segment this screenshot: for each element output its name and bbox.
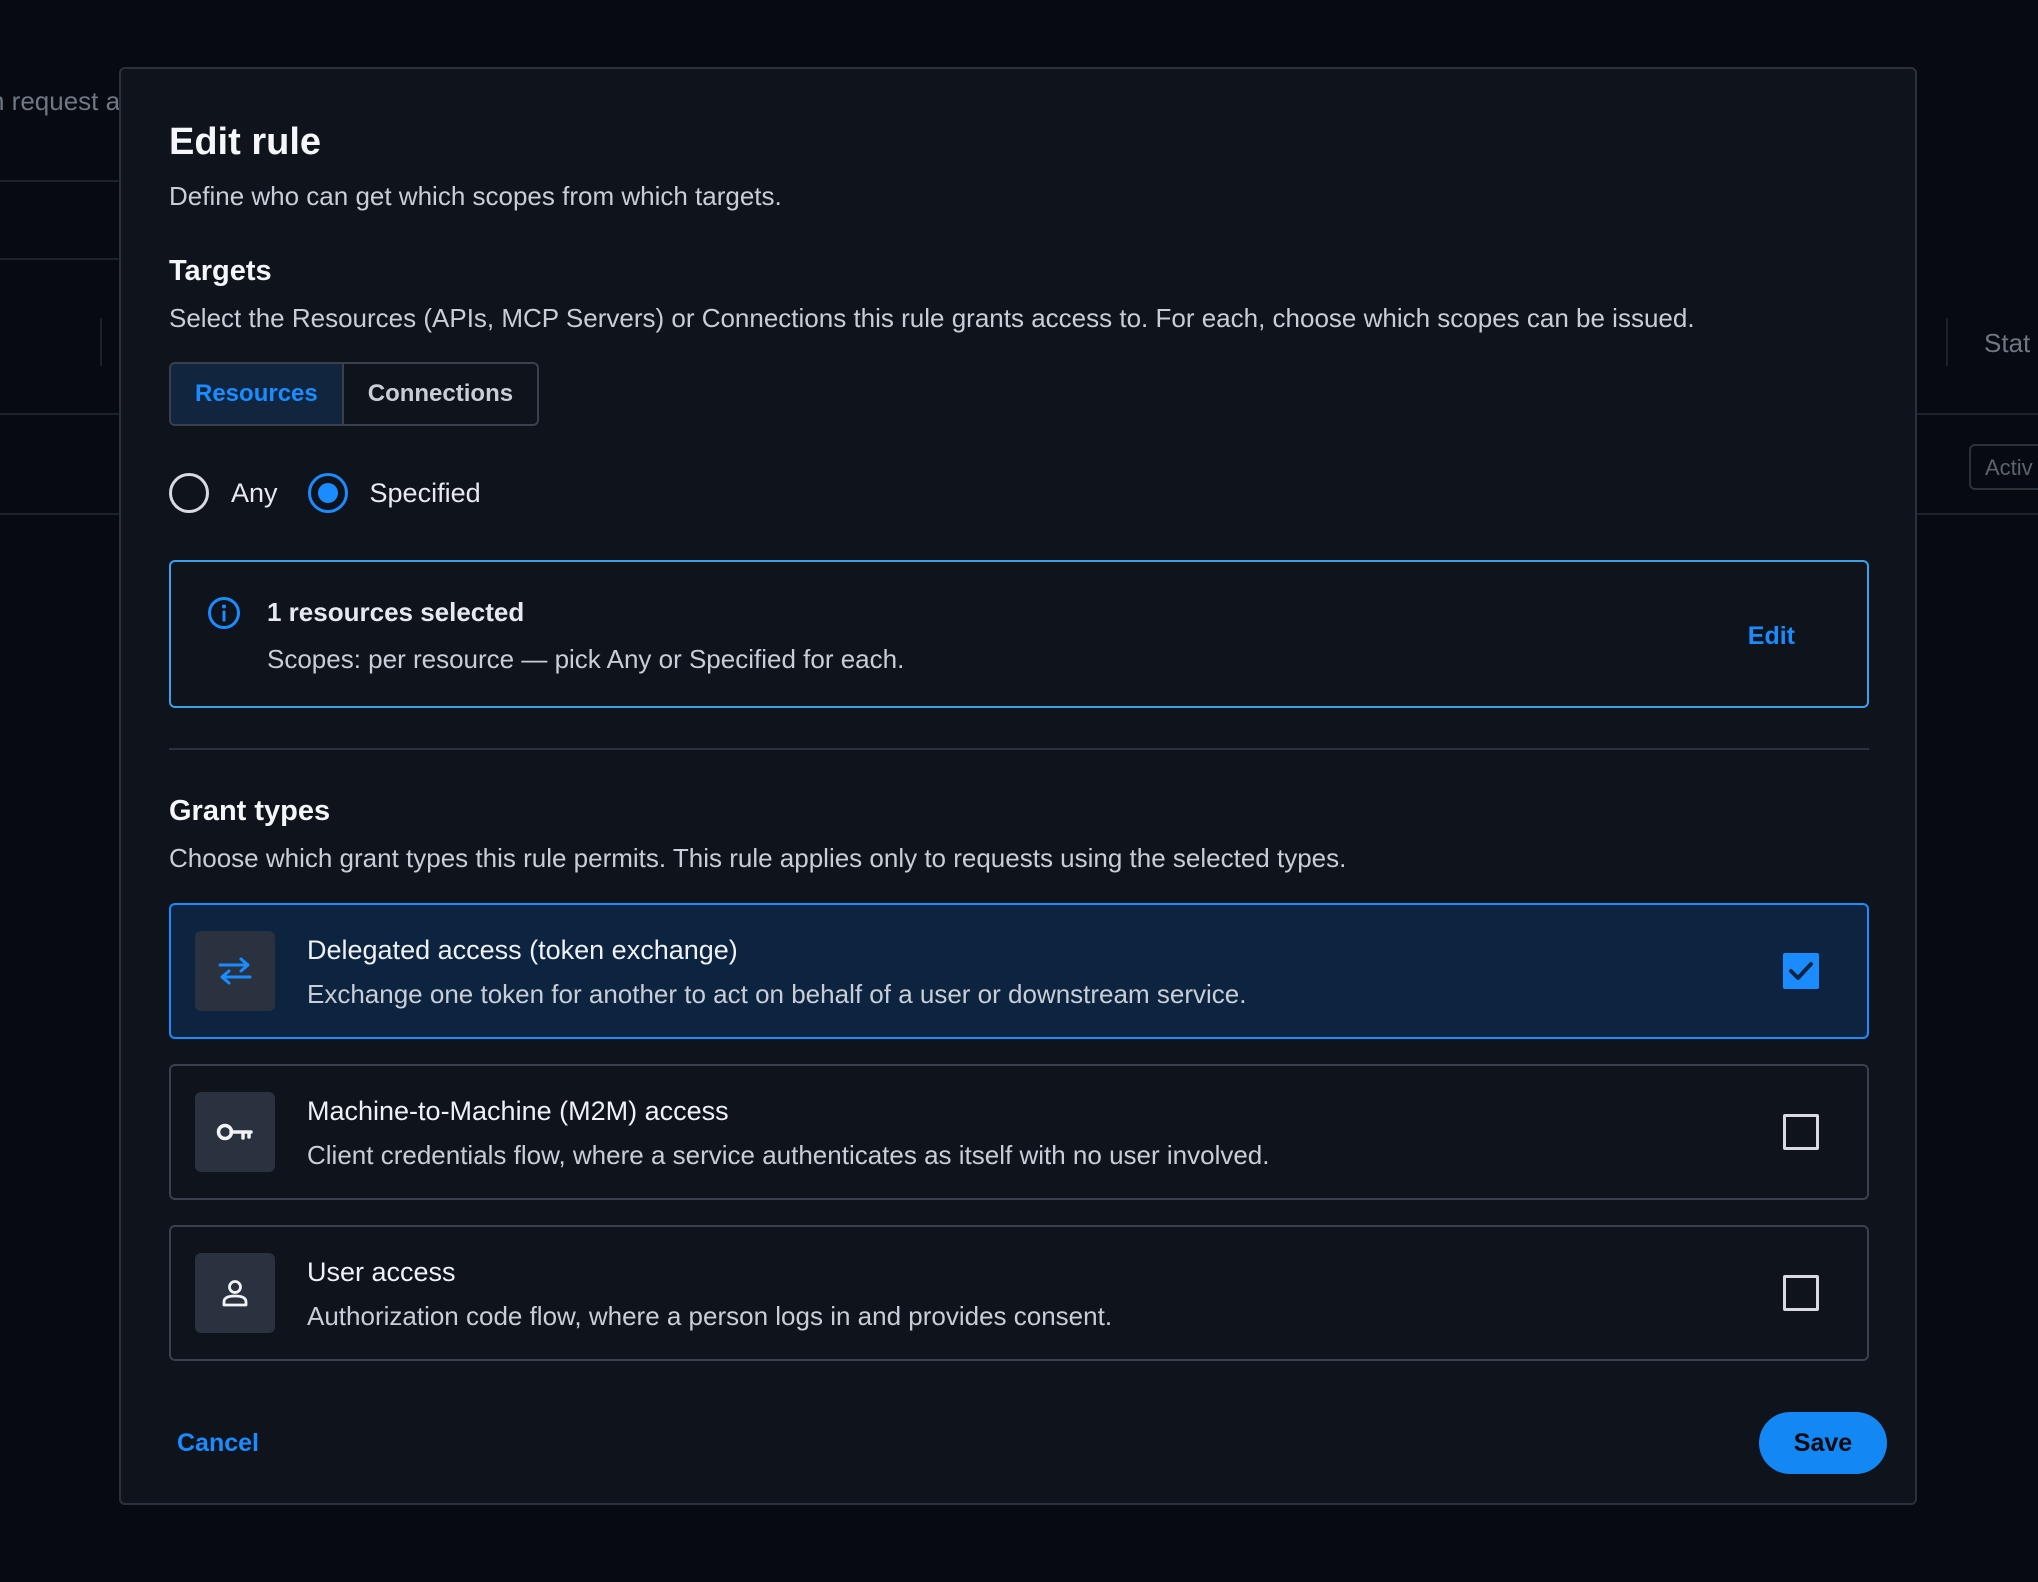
grant-types-heading: Grant types (169, 795, 331, 827)
info-icon (208, 597, 240, 629)
radio-specified-circle[interactable] (307, 473, 348, 513)
target-scope-radio-group: Any Specified (169, 473, 511, 513)
grant-type-title: User access (307, 1257, 456, 1287)
edit-rule-dialog: Edit rule Define who can get which scope… (119, 67, 1917, 1505)
background-column-divider (100, 318, 102, 366)
grant-type-description: Exchange one token for another to act on… (307, 979, 1247, 1009)
background-status-badge: Activ (1969, 444, 2038, 490)
grant-types-description: Choose which grant types this rule permi… (169, 843, 1347, 873)
save-button[interactable]: Save (1759, 1412, 1887, 1474)
radio-specified-label: Specified (369, 477, 481, 508)
background-status-header: Stat (1984, 328, 2031, 358)
background-divider (0, 258, 119, 260)
grant-type-user-access[interactable]: User access Authorization code flow, whe… (169, 1225, 1869, 1361)
scopes-hint: Scopes: per resource — pick Any or Speci… (267, 644, 905, 674)
checkmark-icon (1789, 962, 1813, 980)
background-divider (1917, 413, 2038, 415)
radio-specified[interactable]: Specified (307, 473, 481, 513)
background-text: n request a (0, 86, 121, 116)
background-divider (0, 180, 119, 182)
user-icon (195, 1253, 275, 1333)
grant-type-title: Machine-to-Machine (M2M) access (307, 1096, 729, 1126)
key-icon (195, 1092, 275, 1172)
tab-resources[interactable]: Resources (171, 364, 344, 424)
grant-type-title: Delegated access (token exchange) (307, 935, 738, 965)
background-column-divider (1946, 318, 1948, 366)
targets-tabs: Resources Connections (169, 362, 540, 426)
targets-heading: Targets (169, 255, 272, 287)
targets-description: Select the Resources (APIs, MCP Servers)… (169, 303, 1695, 333)
cancel-button[interactable]: Cancel (177, 1429, 259, 1458)
m2m-access-checkbox[interactable] (1783, 1114, 1819, 1150)
dialog-subtitle: Define who can get which scopes from whi… (169, 181, 782, 211)
resources-selected-summary: 1 resources selected Scopes: per resourc… (169, 560, 1869, 708)
radio-any-circle[interactable] (169, 473, 209, 513)
swap-arrows-icon (195, 931, 275, 1011)
background-divider (1917, 513, 2038, 515)
grant-type-delegated-access[interactable]: Delegated access (token exchange) Exchan… (169, 903, 1869, 1039)
grant-type-description: Authorization code flow, where a person … (307, 1301, 1113, 1331)
resources-selected-count: 1 resources selected (267, 597, 525, 627)
edit-resources-link[interactable]: Edit (1748, 622, 1795, 651)
grant-type-m2m-access[interactable]: Machine-to-Machine (M2M) access Client c… (169, 1064, 1869, 1200)
user-access-checkbox[interactable] (1783, 1275, 1819, 1311)
grant-type-description: Client credentials flow, where a service… (307, 1140, 1270, 1170)
radio-any[interactable]: Any (169, 473, 278, 513)
dialog-title: Edit rule (169, 121, 322, 163)
delegated-access-checkbox[interactable] (1783, 953, 1819, 989)
tab-connections[interactable]: Connections (344, 364, 537, 424)
radio-any-label: Any (231, 477, 278, 508)
section-divider (169, 748, 1869, 750)
background-divider (0, 413, 119, 415)
background-divider (0, 513, 119, 515)
